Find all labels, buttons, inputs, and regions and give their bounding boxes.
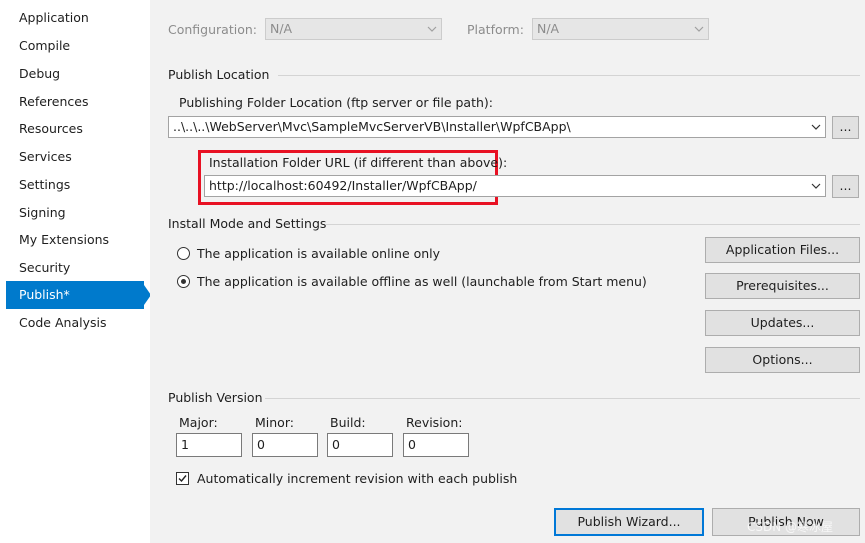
radio-online-only-label[interactable]: The application is available online only [197, 246, 440, 261]
browse-folder-button[interactable]: ... [832, 116, 859, 139]
install-mode-title: Install Mode and Settings [168, 216, 327, 231]
platform-value: N/A [537, 21, 560, 36]
sidebar-item-security[interactable]: Security [6, 254, 144, 282]
sidebar-item-references[interactable]: References [6, 88, 144, 116]
configuration-select: N/A [265, 18, 442, 40]
group-divider [325, 224, 860, 225]
radio-online-only[interactable] [177, 247, 190, 260]
chevron-down-icon [423, 19, 441, 39]
group-divider [278, 75, 860, 76]
publish-location-title: Publish Location [168, 67, 270, 82]
sidebar-item-signing[interactable]: Signing [6, 199, 144, 227]
chevron-down-icon[interactable] [807, 176, 825, 196]
chevron-down-icon[interactable] [807, 117, 825, 137]
platform-label: Platform: [467, 22, 524, 37]
configuration-label: Configuration: [168, 22, 257, 37]
publishing-folder-label: Publishing Folder Location (ftp server o… [179, 95, 493, 110]
application-files-button[interactable]: Application Files... [705, 237, 860, 263]
major-input[interactable]: 1 [176, 433, 242, 457]
installation-url-value: http://localhost:60492/Installer/WpfCBAp… [209, 178, 477, 193]
sidebar-item-code-analysis[interactable]: Code Analysis [6, 309, 144, 337]
revision-label: Revision: [406, 415, 463, 430]
radio-offline-as-well[interactable] [177, 275, 190, 288]
sidebar-item-resources[interactable]: Resources [6, 115, 144, 143]
chevron-down-icon [690, 19, 708, 39]
sidebar-item-debug[interactable]: Debug [6, 60, 144, 88]
minor-label: Minor: [255, 415, 294, 430]
watermark: CSDN @寒冰屋 [747, 520, 834, 534]
configuration-value: N/A [270, 21, 293, 36]
browse-url-button[interactable]: ... [832, 175, 859, 198]
revision-input[interactable]: 0 [403, 433, 469, 457]
publish-version-title: Publish Version [168, 390, 263, 405]
options-button[interactable]: Options... [705, 347, 860, 373]
sidebar-item-publish[interactable]: Publish* [6, 281, 144, 309]
radio-offline-as-well-label[interactable]: The application is available offline as … [197, 274, 647, 289]
checkmark-icon [178, 475, 187, 483]
prerequisites-button[interactable]: Prerequisites... [705, 273, 860, 299]
sidebar-item-my-extensions[interactable]: My Extensions [6, 226, 144, 254]
property-pages-sidebar: Application Compile Debug References Res… [0, 0, 150, 543]
group-divider [265, 398, 860, 399]
auto-increment-checkbox[interactable] [176, 472, 189, 485]
build-label: Build: [330, 415, 366, 430]
radio-selected-dot [181, 279, 186, 284]
sidebar-item-application[interactable]: Application [6, 4, 144, 32]
publish-settings-panel: Configuration: N/A Platform: N/A Publish… [150, 0, 865, 543]
minor-input[interactable]: 0 [252, 433, 318, 457]
publish-wizard-button[interactable]: Publish Wizard... [554, 508, 704, 536]
sidebar-item-settings[interactable]: Settings [6, 171, 144, 199]
publishing-folder-value: ..\..\..\WebServer\Mvc\SampleMvcServerVB… [173, 119, 571, 134]
installation-url-combo[interactable]: http://localhost:60492/Installer/WpfCBAp… [204, 175, 826, 197]
publishing-folder-combo[interactable]: ..\..\..\WebServer\Mvc\SampleMvcServerVB… [168, 116, 826, 138]
auto-increment-label[interactable]: Automatically increment revision with ea… [197, 471, 517, 486]
updates-button[interactable]: Updates... [705, 310, 860, 336]
sidebar-item-compile[interactable]: Compile [6, 32, 144, 60]
installation-url-label: Installation Folder URL (if different th… [209, 155, 508, 170]
sidebar-item-services[interactable]: Services [6, 143, 144, 171]
platform-select: N/A [532, 18, 709, 40]
major-label: Major: [179, 415, 218, 430]
build-input[interactable]: 0 [327, 433, 393, 457]
